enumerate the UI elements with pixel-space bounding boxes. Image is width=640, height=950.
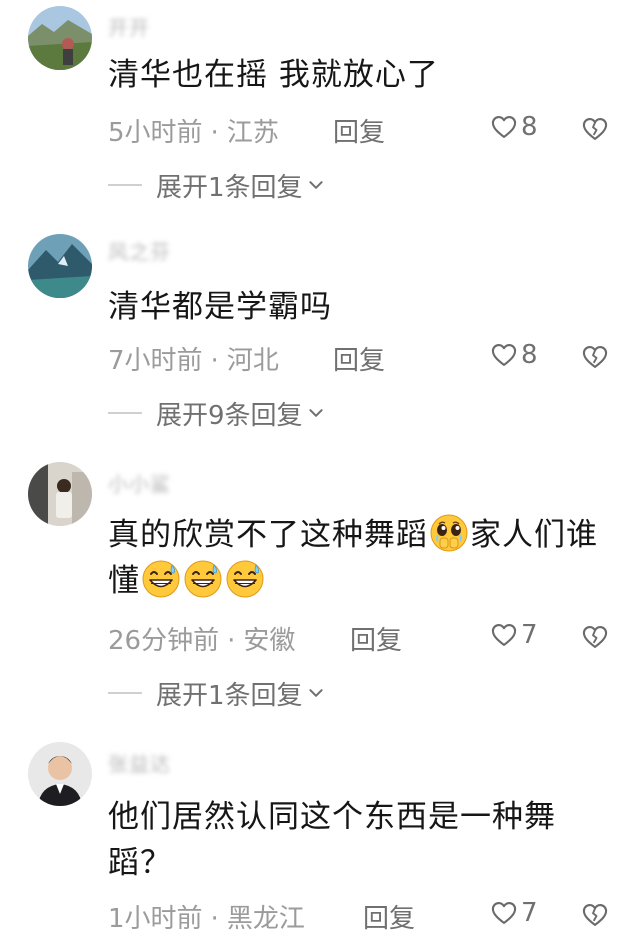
dislike-button[interactable]	[581, 901, 609, 936]
meta-separator: ·	[227, 626, 236, 656]
grinning-sweat-emoji	[183, 559, 223, 599]
comment-text: 真的欣赏不了这种舞蹈 家人们谁懂	[108, 512, 613, 604]
comment-meta: 7小时前 · 河北 回复 8	[108, 340, 612, 376]
reply-button[interactable]: 回复	[333, 112, 385, 149]
meta-separator: ·	[210, 346, 219, 376]
comment-meta: 1小时前 · 黑龙江 回复 7	[108, 898, 612, 934]
heart-outline-icon	[490, 899, 518, 927]
dislike-button[interactable]	[581, 623, 609, 658]
avatar[interactable]	[28, 234, 92, 298]
like-count: 8	[521, 340, 538, 370]
heart-outline-icon	[490, 621, 518, 649]
avatar[interactable]	[28, 6, 92, 70]
like-button[interactable]: 8	[490, 340, 538, 370]
comment-time: 26分钟前	[108, 626, 220, 656]
reply-button[interactable]: 回复	[350, 620, 402, 657]
divider-line	[108, 184, 142, 186]
comment-meta: 26分钟前 · 安徽 回复 7	[108, 620, 612, 656]
dislike-button[interactable]	[581, 115, 609, 150]
meta-separator: ·	[210, 118, 219, 148]
comment-text: 清华都是学霸吗	[108, 289, 332, 325]
comment-meta: 5小时前 · 江苏 回复 8	[108, 112, 612, 148]
broken-heart-icon	[581, 115, 609, 143]
comment-time: 5小时前	[108, 118, 203, 148]
comment-item: 风之芬 清华都是学霸吗 7小时前 · 河北 回复 8 展开9条回复	[0, 220, 640, 450]
meta-separator: ·	[210, 904, 219, 934]
avatar[interactable]	[28, 462, 92, 526]
comment-location: 河北	[226, 346, 279, 376]
like-button[interactable]: 7	[490, 898, 538, 928]
comment-text-part: 真的欣赏不了这种舞蹈	[108, 517, 428, 553]
avatar[interactable]	[28, 742, 92, 806]
username[interactable]: 小小鲨	[108, 468, 171, 496]
expand-replies-button[interactable]: 展开1条回复	[108, 168, 325, 203]
username[interactable]: 开开	[108, 12, 150, 40]
reply-button[interactable]: 回复	[333, 340, 385, 377]
divider-line	[108, 412, 142, 414]
expand-replies-label: 展开1条回复	[156, 680, 303, 711]
comment-location: 江苏	[226, 118, 279, 148]
dislike-button[interactable]	[581, 343, 609, 378]
like-button[interactable]: 8	[490, 112, 538, 142]
broken-heart-icon	[581, 343, 609, 371]
grinning-sweat-emoji	[141, 559, 181, 599]
like-button[interactable]: 7	[490, 620, 538, 650]
comment-item: 开开 清华也在摇 我就放心了 5小时前 · 江苏 回复 8 展开1条回复	[0, 0, 640, 220]
grinning-sweat-emoji	[225, 559, 265, 599]
like-count: 8	[521, 112, 538, 142]
comment-time: 7小时前	[108, 346, 203, 376]
chevron-down-icon	[307, 684, 325, 702]
reply-button[interactable]: 回复	[363, 898, 415, 935]
heart-outline-icon	[490, 341, 518, 369]
comment-text: 他们居然认同这个东西是一种舞蹈？	[108, 799, 556, 881]
comment-text: 清华也在摇 我就放心了	[108, 57, 439, 93]
comment-time: 1小时前	[108, 904, 203, 934]
heart-outline-icon	[490, 113, 518, 141]
broken-heart-icon	[581, 623, 609, 651]
comment-location: 安徽	[243, 626, 296, 656]
pleading-face-emoji	[429, 513, 469, 553]
username[interactable]: 风之芬	[108, 236, 171, 264]
expand-replies-button[interactable]: 展开1条回复	[108, 676, 325, 711]
broken-heart-icon	[581, 901, 609, 929]
divider-line	[108, 692, 142, 694]
comment-item: 张益达 他们居然认同这个东西是一种舞蹈？ 1小时前 · 黑龙江 回复 7	[0, 730, 640, 950]
comment-item: 小小鲨 真的欣赏不了这种舞蹈 家人们谁懂 26分钟前 · 安徽 回复 7 展开1条回复	[0, 450, 640, 730]
expand-replies-button[interactable]: 展开9条回复	[108, 396, 325, 431]
like-count: 7	[521, 898, 538, 928]
chevron-down-icon	[307, 176, 325, 194]
like-count: 7	[521, 620, 538, 650]
expand-replies-label: 展开1条回复	[156, 172, 303, 203]
comment-location: 黑龙江	[226, 904, 305, 934]
username[interactable]: 张益达	[108, 748, 171, 776]
chevron-down-icon	[307, 404, 325, 422]
expand-replies-label: 展开9条回复	[156, 400, 303, 431]
